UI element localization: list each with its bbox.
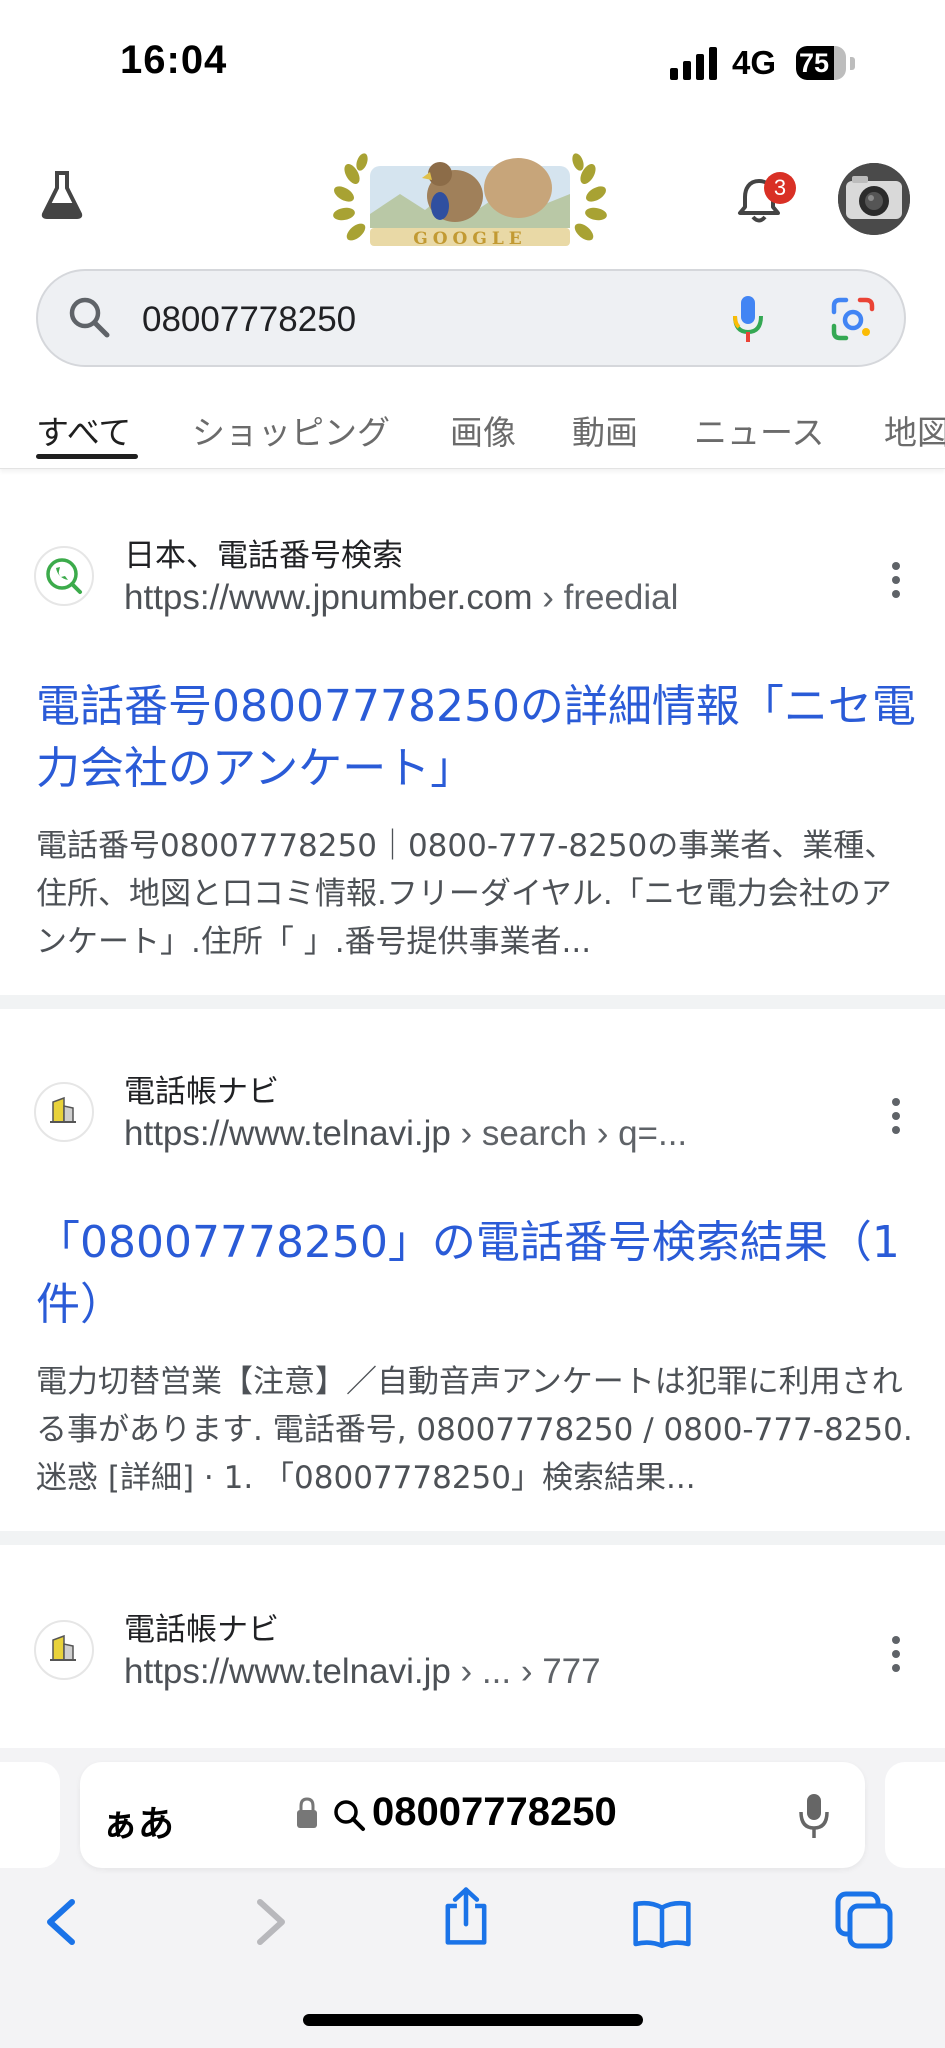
- back-icon[interactable]: [32, 1892, 92, 1952]
- google-lens-icon[interactable]: [830, 296, 876, 342]
- tab-all[interactable]: すべて: [36, 406, 131, 454]
- building-icon: [50, 1634, 76, 1661]
- camera-icon: [838, 163, 910, 235]
- bookmarks-icon[interactable]: [632, 1894, 692, 1954]
- doodle-image: GOOGLE: [333, 153, 607, 249]
- laurel-left: [333, 153, 368, 241]
- result-url-domain: https://www.telnavi.jp: [124, 1652, 451, 1691]
- search-tabs: すべて ショッピング 画像 動画 ニュース 地図: [0, 372, 945, 469]
- result-url-domain: https://www.jpnumber.com: [124, 578, 533, 617]
- result-url-path: › ... › 777: [450, 1652, 601, 1691]
- battery-level: 75: [798, 48, 830, 78]
- tab-shopping[interactable]: ショッピング: [192, 406, 390, 454]
- tab-videos[interactable]: 動画: [572, 406, 638, 454]
- doodle-text: GOOGLE: [413, 229, 527, 249]
- result-url[interactable]: https://www.telnavi.jp › ... › 777: [124, 1652, 601, 1692]
- status-time: 16:04: [120, 38, 228, 82]
- result-site-name: 日本、電話番号検索: [124, 538, 403, 574]
- result-url-path: › freedial: [532, 578, 679, 617]
- forward-icon[interactable]: [240, 1892, 300, 1952]
- address-search-icon: [334, 1800, 365, 1831]
- battery-icon: 75: [796, 46, 846, 80]
- search-icon: [69, 297, 110, 338]
- next-tab-peek[interactable]: [885, 1762, 945, 1868]
- more-options-icon[interactable]: [891, 1098, 901, 1138]
- result-title-link[interactable]: 「08007778250」の電話番号検索結果（1件）: [36, 1212, 916, 1336]
- dictation-mic-icon[interactable]: [796, 1792, 832, 1840]
- home-indicator: [303, 2014, 643, 2026]
- tabs-icon[interactable]: [834, 1890, 894, 1950]
- building-icon: [50, 1096, 76, 1123]
- more-options-icon[interactable]: [891, 562, 901, 602]
- account-avatar[interactable]: [838, 163, 910, 235]
- tab-news[interactable]: ニュース: [694, 406, 824, 454]
- signal-icon: [670, 46, 720, 80]
- site-favicon: [34, 1620, 94, 1680]
- result-site-name: 電話帳ナビ: [124, 1074, 279, 1110]
- network-label: 4G: [732, 44, 777, 81]
- site-favicon: [34, 1082, 94, 1142]
- google-doodle[interactable]: GOOGLE: [330, 144, 610, 256]
- result-title-link[interactable]: 電話番号08007778250の詳細情報「ニセ電力会社のアンケート」: [36, 676, 916, 800]
- site-favicon: [34, 546, 94, 606]
- search-input[interactable]: 08007778250: [142, 300, 356, 340]
- result-url[interactable]: https://www.telnavi.jp › search › q=...: [124, 1114, 687, 1154]
- page-settings-button[interactable]: ぁあ: [102, 1795, 174, 1847]
- result-site-name: 電話帳ナビ: [124, 1612, 279, 1648]
- previous-tab-peek[interactable]: [0, 1762, 60, 1868]
- more-options-icon[interactable]: [891, 1636, 901, 1676]
- result-url-domain: https://www.telnavi.jp: [124, 1114, 451, 1153]
- phone-search-icon: [46, 558, 82, 594]
- result-snippet: 電話番号08007778250｜0800-777-8250の事業者、業種、住所、…: [36, 828, 896, 960]
- tab-maps[interactable]: 地図: [884, 406, 945, 454]
- notification-badge: 3: [764, 172, 796, 204]
- flask-icon[interactable]: [40, 170, 84, 220]
- tab-active-indicator: [36, 454, 138, 459]
- result-divider: [0, 995, 945, 1009]
- address-text[interactable]: 08007778250: [372, 1790, 617, 1835]
- lock-icon: [297, 1797, 317, 1828]
- battery-cap: [850, 57, 855, 70]
- share-icon[interactable]: [436, 1886, 496, 1946]
- result-snippet: 電力切替営業【注意】／自動音声アンケートは犯罪に利用される事があります. 電話番…: [36, 1364, 913, 1496]
- result-url[interactable]: https://www.jpnumber.com › freedial: [124, 578, 678, 618]
- result-url-path: › search › q=...: [450, 1114, 688, 1153]
- voice-search-icon[interactable]: [730, 294, 766, 344]
- laurel-right: [572, 153, 607, 241]
- result-divider: [0, 1531, 945, 1545]
- tab-images[interactable]: 画像: [450, 406, 516, 454]
